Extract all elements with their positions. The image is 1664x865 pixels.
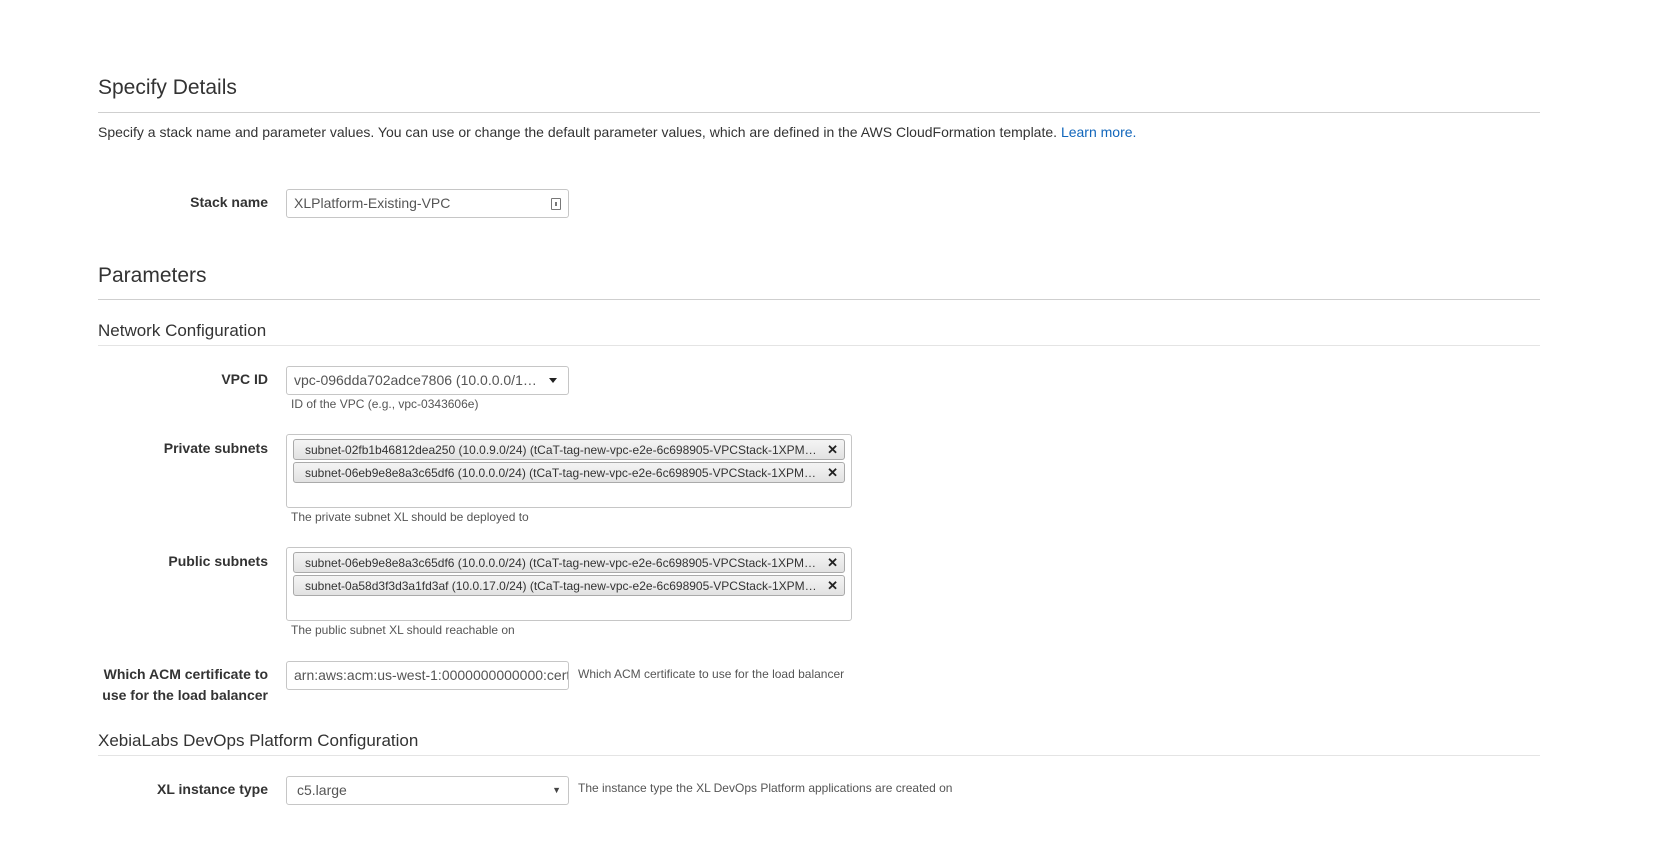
acm-certificate-help: Which ACM certificate to use for the loa… — [578, 667, 845, 681]
network-divider — [98, 345, 1540, 346]
parameters-divider — [98, 299, 1540, 300]
page-description: Specify a stack name and parameter value… — [98, 124, 1136, 140]
chevron-down-icon: ▼ — [552, 785, 561, 795]
public-subnet-tag: subnet-0a58d3f3d3a1fd3af (10.0.17.0/24) … — [293, 575, 845, 596]
public-subnet-tag-label: subnet-06eb9e8e8a3c65df6 (10.0.0.0/24) (… — [305, 555, 822, 570]
vpc-id-select[interactable]: vpc-096dda702adce7806 (10.0.0.0/19) (tCa… — [286, 366, 569, 395]
public-subnets-help: The public subnet XL should reachable on — [291, 623, 515, 637]
title-divider — [98, 112, 1540, 113]
vpc-id-value: vpc-096dda702adce7806 (10.0.0.0/19) (tCa… — [294, 372, 541, 388]
clipboard-icon — [551, 197, 561, 210]
private-subnets-label: Private subnets — [163, 440, 268, 456]
close-icon[interactable]: ✕ — [827, 578, 838, 594]
xl-section-divider — [98, 755, 1540, 756]
close-icon[interactable]: ✕ — [827, 442, 838, 458]
learn-more-link[interactable]: Learn more. — [1061, 124, 1136, 140]
instance-type-select[interactable]: c5.large ▼ — [286, 776, 569, 805]
private-subnet-tag: subnet-02fb1b46812dea250 (10.0.9.0/24) (… — [293, 439, 845, 460]
instance-type-help: The instance type the XL DevOps Platform… — [578, 781, 953, 795]
vpc-id-label: VPC ID — [221, 371, 268, 387]
stack-name-value: XLPlatform-Existing-VPC — [294, 195, 451, 211]
instance-type-value: c5.large — [297, 782, 347, 798]
parameters-title: Parameters — [98, 264, 207, 287]
private-subnet-tag: subnet-06eb9e8e8a3c65df6 (10.0.0.0/24) (… — [293, 462, 845, 483]
public-subnets-multiselect[interactable]: subnet-06eb9e8e8a3c65df6 (10.0.0.0/24) (… — [286, 547, 852, 621]
close-icon[interactable]: ✕ — [827, 555, 838, 571]
acm-label-line-1: Which ACM certificate to — [103, 666, 268, 682]
public-subnets-label: Public subnets — [168, 553, 268, 569]
acm-certificate-input[interactable]: arn:aws:acm:us-west-1:0000000000000:cert… — [286, 661, 569, 690]
chevron-down-icon — [549, 378, 557, 383]
acm-label-line-2: use for the load balancer — [102, 687, 268, 703]
close-icon[interactable]: ✕ — [827, 465, 838, 481]
stack-name-label: Stack name — [190, 194, 268, 210]
stack-name-input[interactable]: XLPlatform-Existing-VPC — [286, 189, 569, 218]
private-subnet-tag-label: subnet-06eb9e8e8a3c65df6 (10.0.0.0/24) (… — [305, 465, 822, 480]
vpc-id-help: ID of the VPC (e.g., vpc-0343606e) — [291, 397, 479, 411]
network-section-title: Network Configuration — [98, 321, 267, 340]
instance-type-label: XL instance type — [156, 781, 268, 797]
page-title: Specify Details — [98, 76, 237, 99]
public-subnet-tag-label: subnet-0a58d3f3d3a1fd3af (10.0.17.0/24) … — [305, 578, 822, 593]
private-subnet-tag-label: subnet-02fb1b46812dea250 (10.0.9.0/24) (… — [305, 442, 822, 457]
acm-certificate-label: Which ACM certificate to use for the loa… — [68, 664, 268, 706]
private-subnets-multiselect[interactable]: subnet-02fb1b46812dea250 (10.0.9.0/24) (… — [286, 434, 852, 508]
private-subnets-help: The private subnet XL should be deployed… — [291, 510, 529, 524]
public-subnet-tag: subnet-06eb9e8e8a3c65df6 (10.0.0.0/24) (… — [293, 552, 845, 573]
xl-section-title: XebiaLabs DevOps Platform Configuration — [98, 731, 419, 750]
description-text: Specify a stack name and parameter value… — [98, 124, 1058, 140]
